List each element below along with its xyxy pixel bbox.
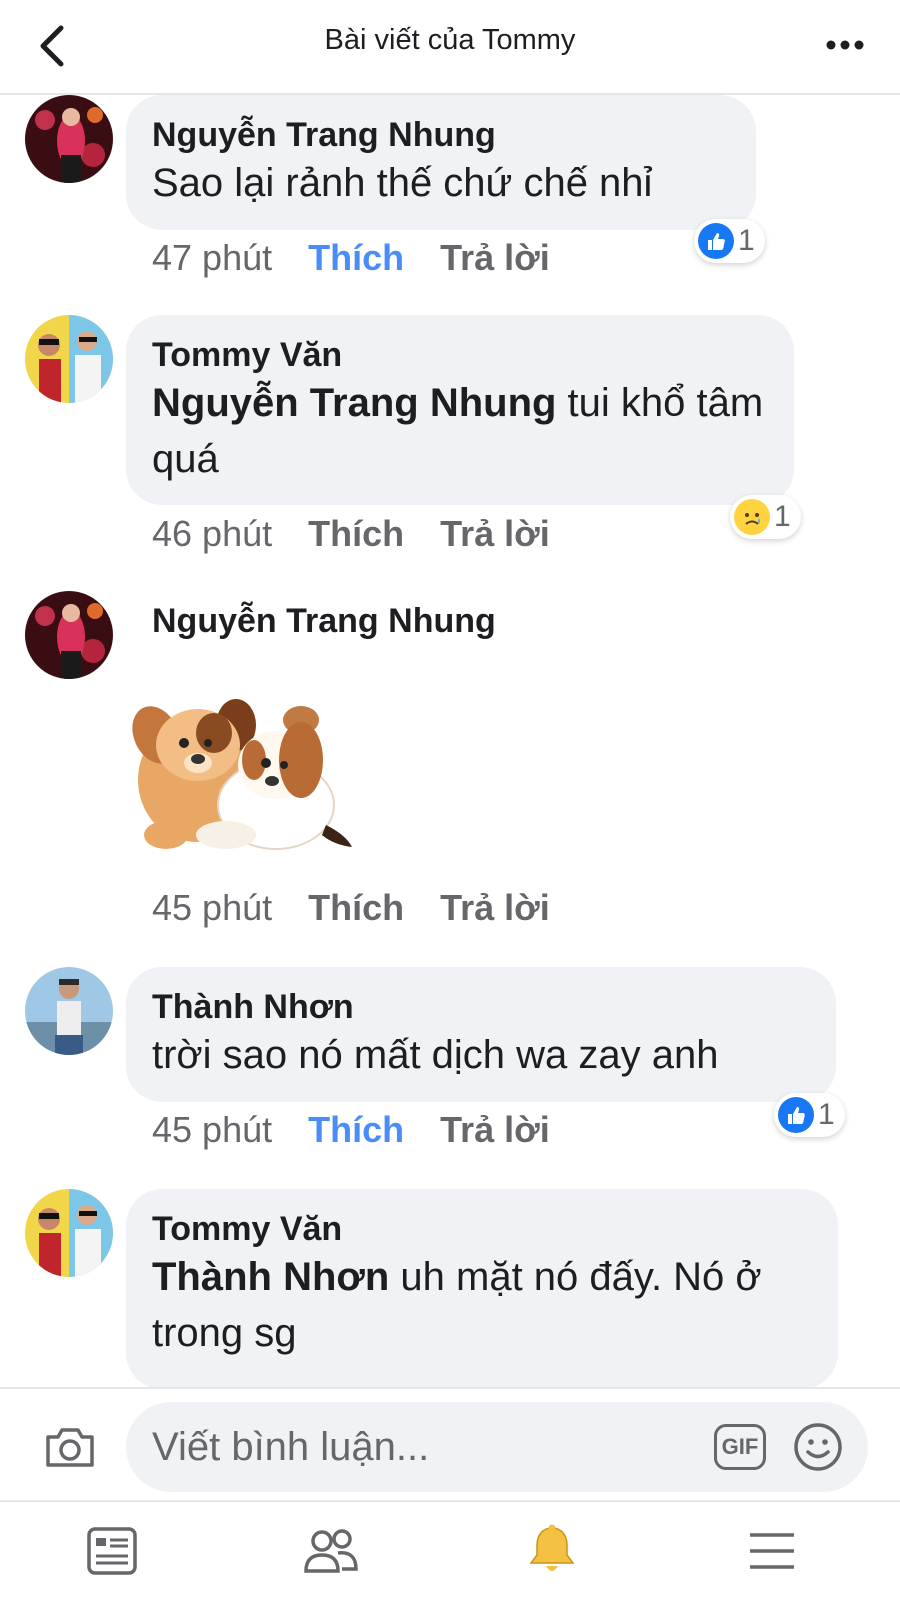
menu-icon bbox=[750, 1533, 794, 1569]
comment-meta: 45 phút Thích Trả lời bbox=[152, 1109, 550, 1151]
reaction-count: 1 bbox=[818, 1098, 835, 1131]
more-dots-icon bbox=[826, 40, 864, 50]
avatar[interactable] bbox=[25, 967, 113, 1055]
comment-author[interactable]: Thành Nhơn bbox=[152, 987, 810, 1027]
comment-author[interactable]: Tommy Văn bbox=[152, 1209, 812, 1249]
like-button[interactable]: Thích bbox=[308, 1109, 404, 1151]
comment-time[interactable]: 47 phút bbox=[152, 237, 272, 279]
smiley-icon bbox=[794, 1423, 842, 1471]
reaction-count: 1 bbox=[738, 224, 755, 257]
comment-author[interactable]: Nguyễn Trang Nhung bbox=[152, 601, 496, 641]
comment-author[interactable]: Nguyễn Trang Nhung bbox=[152, 115, 730, 155]
comment-meta: 45 phút Thích Trả lời bbox=[152, 887, 550, 929]
reaction-summary[interactable]: 1 bbox=[730, 495, 801, 539]
avatar[interactable] bbox=[25, 1189, 113, 1277]
tab-notifications[interactable] bbox=[512, 1520, 592, 1582]
reply-button[interactable]: Trả lời bbox=[440, 513, 550, 555]
page-title: Bài viết của Tommy bbox=[324, 24, 576, 56]
comment-text: trời sao nó mất dịch wa zay anh bbox=[152, 1033, 719, 1077]
friends-icon bbox=[304, 1529, 358, 1573]
reaction-count: 1 bbox=[774, 500, 791, 533]
gif-button[interactable]: GIF bbox=[714, 1424, 766, 1470]
like-reaction-icon bbox=[778, 1097, 814, 1133]
like-button[interactable]: Thích bbox=[308, 513, 404, 555]
like-button[interactable]: Thích bbox=[308, 237, 404, 279]
top-bar: Bài viết của Tommy bbox=[0, 0, 900, 95]
mention-link[interactable]: Thành Nhơn bbox=[152, 1255, 389, 1299]
sad-reaction-icon bbox=[734, 499, 770, 535]
like-button[interactable]: Thích bbox=[308, 887, 404, 929]
more-options-button[interactable] bbox=[820, 20, 870, 70]
comment-list: Nguyễn Trang Nhung Sao lại rảnh thế chứ … bbox=[0, 95, 900, 1387]
comment-text: Sao lại rảnh thế chứ chế nhỉ bbox=[152, 161, 653, 205]
comment-time[interactable]: 46 phút bbox=[152, 513, 272, 555]
tab-menu[interactable] bbox=[732, 1520, 812, 1582]
comment-meta: 46 phút Thích Trả lời bbox=[152, 513, 550, 555]
comment-text: Thành Nhơn uh mặt nó đấy. Nó ở trong sg bbox=[152, 1249, 812, 1361]
comment-time[interactable]: 45 phút bbox=[152, 1109, 272, 1151]
like-reaction-icon bbox=[698, 223, 734, 259]
avatar[interactable] bbox=[25, 315, 113, 403]
comment-meta: 47 phút Thích Trả lời bbox=[152, 237, 550, 279]
comment-text: Nguyễn Trang Nhung tui khổ tâm quá bbox=[152, 375, 768, 487]
reaction-summary[interactable]: 1 bbox=[774, 1093, 845, 1137]
notifications-bell-icon bbox=[529, 1524, 575, 1571]
reply-button[interactable]: Trả lời bbox=[440, 1109, 550, 1151]
avatar[interactable] bbox=[25, 95, 113, 183]
comment-bubble: Tommy Văn Thành Nhơn uh mặt nó đấy. Nó ở… bbox=[126, 1189, 838, 1387]
tab-friends[interactable] bbox=[291, 1520, 371, 1582]
dogs-hugging-sticker[interactable] bbox=[126, 685, 356, 855]
camera-icon bbox=[46, 1428, 94, 1467]
reply-button[interactable]: Trả lời bbox=[440, 237, 550, 279]
comment-author[interactable]: Tommy Văn bbox=[152, 335, 768, 375]
comment-bubble: Tommy Văn Nguyễn Trang Nhung tui khổ tâm… bbox=[126, 315, 794, 505]
avatar[interactable] bbox=[25, 591, 113, 679]
comment-composer: GIF bbox=[0, 1387, 900, 1502]
camera-button[interactable] bbox=[42, 1419, 98, 1475]
mention-link[interactable]: Nguyễn Trang Nhung bbox=[152, 381, 556, 425]
reply-button[interactable]: Trả lời bbox=[440, 887, 550, 929]
emoji-button[interactable] bbox=[792, 1421, 844, 1473]
reaction-summary[interactable]: 1 bbox=[694, 219, 765, 263]
tab-news-feed[interactable] bbox=[72, 1520, 152, 1582]
bottom-tab-bar bbox=[0, 1502, 900, 1600]
comment-bubble: Thành Nhơn trời sao nó mất dịch wa zay a… bbox=[126, 967, 836, 1102]
news-feed-icon bbox=[87, 1527, 137, 1575]
comment-bubble: Nguyễn Trang Nhung Sao lại rảnh thế chứ … bbox=[126, 95, 756, 230]
comment-time[interactable]: 45 phút bbox=[152, 887, 272, 929]
